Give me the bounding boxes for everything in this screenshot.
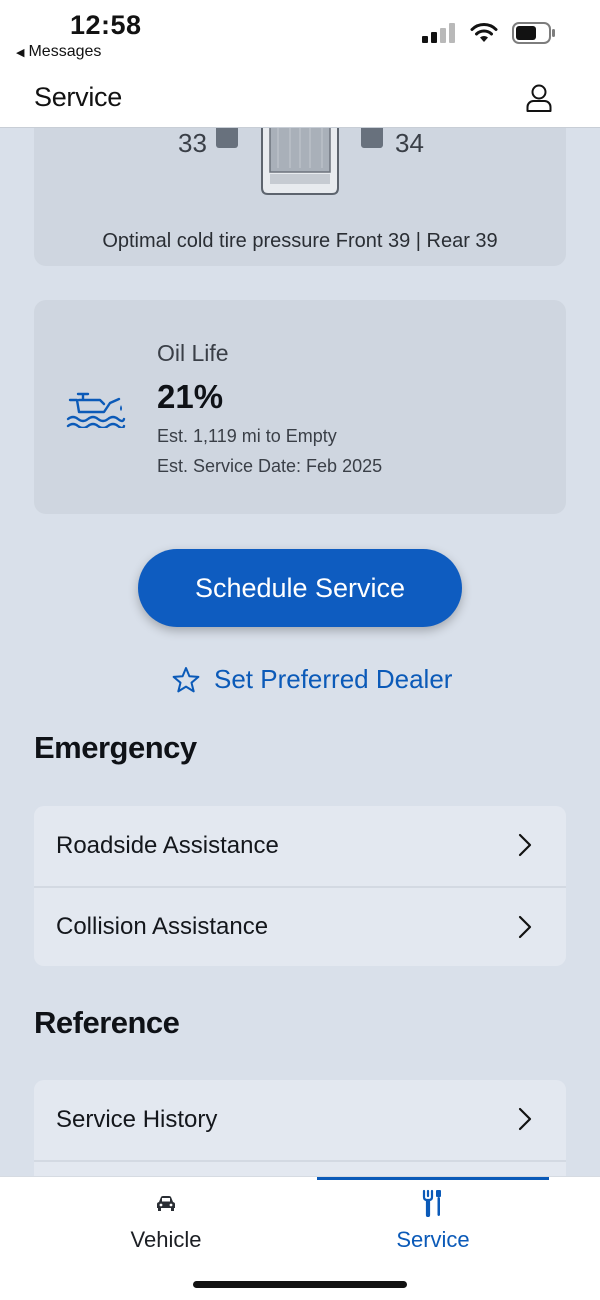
oil-life-label: Oil Life	[157, 340, 229, 366]
tab-vehicle-label: Vehicle	[130, 1227, 202, 1252]
person-icon[interactable]	[526, 84, 552, 112]
collision-assistance-row[interactable]: Collision Assistance	[34, 886, 566, 966]
chevron-right-icon	[518, 915, 532, 939]
list-item-label: Roadside Assistance	[56, 832, 279, 859]
service-screen: 12:58 ◀ Messages Service 33 34 Optimal c…	[0, 0, 600, 1300]
back-app-label: Messages	[28, 43, 102, 60]
service-history-row[interactable]: Service History	[34, 1080, 566, 1160]
tools-icon	[422, 1189, 441, 1217]
chevron-right-icon	[518, 1107, 532, 1131]
tire-front-right-indicator	[361, 128, 383, 148]
bottom-tab-bar: Vehicle Service	[0, 1176, 600, 1300]
set-preferred-dealer-link[interactable]: Set Preferred Dealer	[172, 664, 452, 695]
wifi-icon	[470, 23, 498, 42]
status-time: 12:58	[70, 10, 142, 40]
tire-pressure-caption: Optimal cold tire pressure Front 39 | Re…	[102, 230, 498, 252]
oil-can-icon	[66, 392, 126, 428]
schedule-service-button[interactable]: Schedule Service	[138, 549, 462, 627]
tire-pressure-front-right: 34	[395, 128, 424, 158]
oil-life-card[interactable]: Oil Life 21% Est. 1,119 mi to Empty Est.…	[34, 300, 566, 514]
emergency-section-title: Emergency	[34, 730, 197, 765]
app-header: Service	[0, 68, 600, 128]
set-preferred-dealer-label: Set Preferred Dealer	[214, 664, 453, 694]
truck-icon	[261, 128, 339, 195]
active-tab-indicator	[317, 1177, 549, 1180]
tab-vehicle[interactable]: Vehicle	[16, 1177, 316, 1277]
list-item-label: Collision Assistance	[56, 913, 269, 940]
tab-service-label: Service	[396, 1227, 470, 1252]
oil-life-value: 21%	[157, 378, 224, 415]
list-item-label: Service History	[56, 1106, 218, 1133]
star-icon	[172, 666, 200, 692]
emergency-list: Roadside Assistance Collision Assistance	[34, 806, 566, 966]
list-row-partial[interactable]	[34, 1160, 566, 1176]
back-arrow-icon: ◀	[16, 46, 25, 59]
reference-list: Service History	[34, 1080, 566, 1176]
roadside-assistance-row[interactable]: Roadside Assistance	[34, 806, 566, 886]
back-to-messages[interactable]: ◀ Messages	[16, 43, 101, 61]
tire-pressure-front-left: 33	[178, 128, 207, 158]
status-bar: 12:58 ◀ Messages	[0, 0, 600, 68]
chevron-right-icon	[518, 833, 532, 857]
status-icons	[422, 22, 556, 44]
tire-pressure-card: 33 34 Optimal cold tire pressure Front 3…	[34, 128, 566, 266]
oil-service-date: Est. Service Date: Feb 2025	[157, 456, 383, 476]
service-content[interactable]: 33 34 Optimal cold tire pressure Front 3…	[0, 128, 600, 1176]
home-indicator[interactable]	[193, 1281, 407, 1288]
battery-icon	[512, 22, 555, 44]
oil-distance-estimate: Est. 1,119 mi to Empty	[157, 426, 337, 446]
cellular-signal-icon	[422, 23, 455, 43]
reference-section-title: Reference	[34, 1005, 180, 1040]
tire-front-left-indicator	[216, 128, 238, 148]
car-icon	[157, 1196, 175, 1211]
page-title: Service	[34, 82, 122, 112]
tab-service[interactable]: Service	[317, 1177, 549, 1277]
